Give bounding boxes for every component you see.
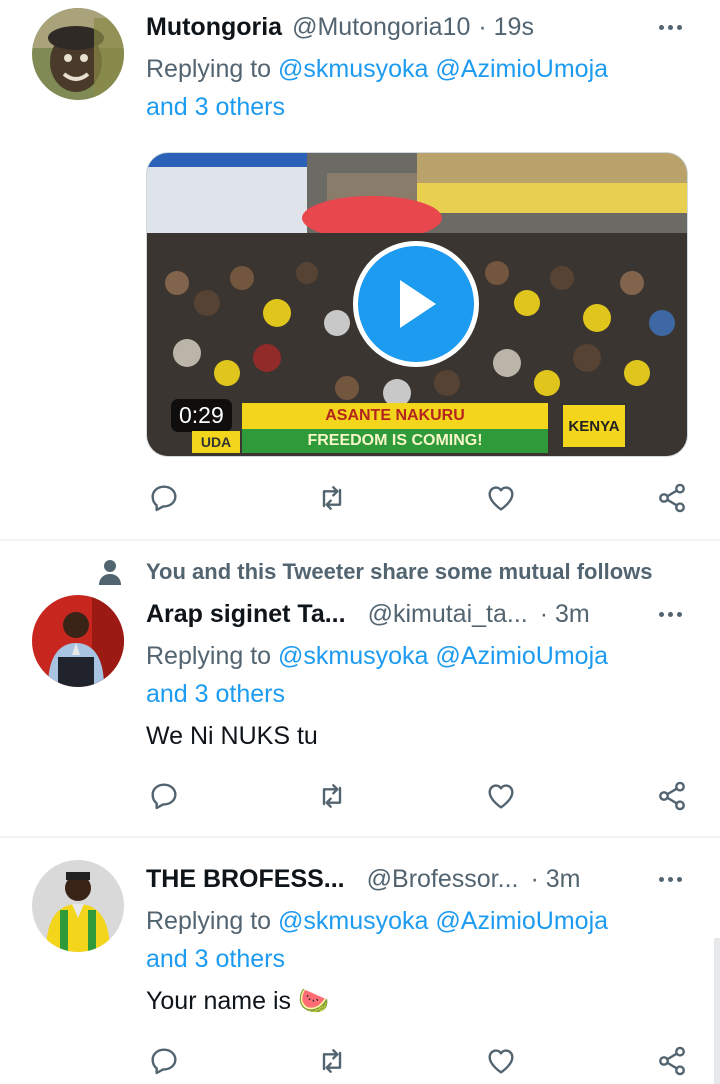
kenya-badge: KENYA <box>561 403 627 449</box>
tweet-header: Mutongoria @Mutongoria10 · 19s <box>146 9 690 45</box>
social-context[interactable]: You and this Tweeter share some mutual f… <box>146 559 653 585</box>
video-banner: ASANTE NAKURU FREEDOM IS COMING! <box>242 403 548 453</box>
play-button[interactable] <box>353 241 479 367</box>
like-icon[interactable] <box>483 1043 519 1079</box>
reply-icon[interactable] <box>146 778 182 814</box>
replying-to: Replying to @skmusyoka @AzimioUmoja and 3… <box>146 50 686 126</box>
avatar[interactable] <box>32 8 124 100</box>
banner-line-2: FREEDOM IS COMING! <box>242 429 548 453</box>
share-icon[interactable] <box>654 778 690 814</box>
display-name[interactable]: Arap siginet Ta... <box>146 600 346 629</box>
video-player[interactable]: 0:29 UDA ASANTE NAKURU FREEDOM IS COMING… <box>146 152 688 457</box>
mention-links[interactable]: @skmusyoka @AzimioUmoja <box>278 55 608 83</box>
share-icon[interactable] <box>654 480 690 516</box>
like-icon[interactable] <box>483 778 519 814</box>
tweet-2[interactable]: You and this Tweeter share some mutual f… <box>0 541 720 837</box>
replying-prefix: Replying to <box>146 907 279 935</box>
display-name[interactable]: Mutongoria <box>146 13 282 42</box>
mention-links[interactable]: @skmusyoka @AzimioUmoja <box>278 642 608 670</box>
scrollbar[interactable] <box>714 938 720 1084</box>
others-link[interactable]: and 3 others <box>146 93 285 121</box>
retweet-icon[interactable] <box>314 778 350 814</box>
share-icon[interactable] <box>654 1043 690 1079</box>
replying-to: Replying to @skmusyoka @AzimioUmoja and 3… <box>146 637 686 713</box>
tweet-3[interactable]: THE BROFESS... @Brofessor... · 3m Replyi… <box>0 838 720 1084</box>
display-name[interactable]: THE BROFESS... <box>146 865 345 894</box>
avatar[interactable] <box>32 860 124 952</box>
more-icon[interactable] <box>650 9 690 45</box>
person-icon <box>98 559 122 585</box>
more-icon[interactable] <box>650 861 690 897</box>
tweet-1[interactable]: Mutongoria @Mutongoria10 · 19s Replying … <box>0 0 720 540</box>
user-handle[interactable]: @Mutongoria10 <box>292 13 470 42</box>
replying-to: Replying to @skmusyoka @AzimioUmoja and 3… <box>146 902 686 978</box>
user-handle[interactable]: @kimutai_ta... <box>368 600 528 629</box>
user-handle[interactable]: @Brofessor... <box>367 865 519 894</box>
timestamp[interactable]: · 19s <box>478 13 534 42</box>
reply-icon[interactable] <box>146 480 182 516</box>
timestamp[interactable]: · 3m <box>540 600 590 629</box>
tweet-header: Arap siginet Ta... @kimutai_ta... · 3m <box>146 596 690 632</box>
tweet-actions <box>146 778 690 814</box>
mention-links[interactable]: @skmusyoka @AzimioUmoja <box>278 907 608 935</box>
reply-icon[interactable] <box>146 1043 182 1079</box>
others-link[interactable]: and 3 others <box>146 680 285 708</box>
timestamp[interactable]: · 3m <box>530 865 580 894</box>
tweet-text: We Ni NUKS tu <box>146 722 318 750</box>
tweet-header: THE BROFESS... @Brofessor... · 3m <box>146 861 690 897</box>
retweet-icon[interactable] <box>314 480 350 516</box>
retweet-icon[interactable] <box>314 1043 350 1079</box>
play-icon <box>400 280 436 328</box>
replying-prefix: Replying to <box>146 642 279 670</box>
like-icon[interactable] <box>483 480 519 516</box>
replying-prefix: Replying to <box>146 55 279 83</box>
tweet-text: Your name is 🍉 <box>146 987 330 1015</box>
avatar[interactable] <box>32 595 124 687</box>
tweet-actions <box>146 480 690 516</box>
video-duration: 0:29 <box>171 399 232 432</box>
tweet-actions <box>146 1043 690 1079</box>
banner-line-1: ASANTE NAKURU <box>242 403 548 429</box>
others-link[interactable]: and 3 others <box>146 945 285 973</box>
uda-badge: UDA <box>192 431 240 453</box>
more-icon[interactable] <box>650 596 690 632</box>
